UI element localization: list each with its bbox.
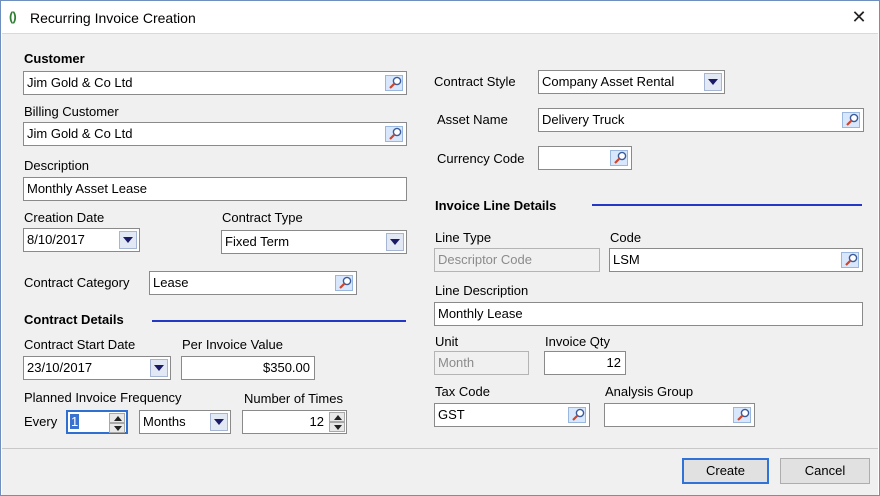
line-description-field[interactable]: Monthly Lease <box>434 302 863 326</box>
chevron-down-icon[interactable] <box>119 231 137 249</box>
invoice-line-section-title: Invoice Line Details <box>435 198 557 213</box>
every-value: 1 <box>70 414 80 429</box>
contract-category-lookup-icon[interactable] <box>335 275 353 291</box>
description-value: Monthly Asset Lease <box>27 181 147 196</box>
number-of-times-label: Number of Times <box>244 391 343 406</box>
chevron-down-icon[interactable] <box>386 233 404 251</box>
tax-code-label: Tax Code <box>435 384 490 399</box>
line-description-label: Line Description <box>435 283 529 298</box>
code-lookup-icon[interactable] <box>841 252 859 268</box>
code-label: Code <box>610 230 642 245</box>
stepper-spin[interactable] <box>329 412 345 432</box>
invoice-qty-label: Invoice Qty <box>545 334 611 349</box>
creation-date-label: Creation Date <box>24 210 105 225</box>
planned-frequency-label: Planned Invoice Frequency <box>24 390 182 405</box>
spin-down-icon[interactable] <box>109 423 125 433</box>
creation-date-picker[interactable]: 8/10/2017 <box>23 228 140 252</box>
close-icon: ✕ <box>851 7 867 27</box>
chevron-down-icon[interactable] <box>210 413 228 431</box>
contract-category-value: Lease <box>153 275 189 290</box>
line-description-value: Monthly Lease <box>438 306 523 321</box>
window-title: Recurring Invoice Creation <box>30 10 196 26</box>
billing-customer-value: Jim Gold & Co Ltd <box>27 126 133 141</box>
contract-style-label: Contract Style <box>434 74 516 89</box>
close-button[interactable]: ✕ <box>845 4 873 30</box>
spin-down-icon[interactable] <box>329 422 345 432</box>
contract-style-value: Company Asset Rental <box>542 74 675 89</box>
asset-name-lookup-icon[interactable] <box>842 112 860 128</box>
tax-code-value: GST <box>438 407 465 422</box>
form-body: Customer Jim Gold & Co Ltd Billing Custo… <box>2 33 878 448</box>
app-logo-icon: () <box>9 9 17 24</box>
spin-up-icon[interactable] <box>329 412 345 422</box>
unit-value: Month <box>438 355 475 370</box>
period-select[interactable]: Months <box>139 410 231 434</box>
currency-code-label: Currency Code <box>437 151 525 166</box>
asset-name-value: Delivery Truck <box>542 112 625 127</box>
customer-lookup-icon[interactable] <box>385 75 403 91</box>
chevron-down-icon[interactable] <box>704 73 722 91</box>
contract-start-date-label: Contract Start Date <box>24 337 136 352</box>
contract-details-section-title: Contract Details <box>24 312 124 327</box>
create-button[interactable]: Create <box>682 458 769 484</box>
period-value: Months <box>143 414 186 429</box>
code-field[interactable]: LSM <box>609 248 863 272</box>
tax-code-field[interactable]: GST <box>434 403 590 427</box>
asset-name-field[interactable]: Delivery Truck <box>538 108 864 132</box>
tax-code-lookup-icon[interactable] <box>568 407 586 423</box>
analysis-group-lookup-icon[interactable] <box>733 407 751 423</box>
section-divider <box>152 320 406 322</box>
customer-section-title: Customer <box>24 51 85 66</box>
contract-style-select[interactable]: Company Asset Rental <box>538 70 725 94</box>
contract-start-date-value: 23/10/2017 <box>27 360 93 375</box>
line-type-label: Line Type <box>435 230 492 245</box>
every-stepper[interactable]: 1 <box>66 410 128 434</box>
number-of-times-value: 12 <box>309 414 324 429</box>
description-field[interactable]: Monthly Asset Lease <box>23 177 407 201</box>
cancel-button[interactable]: Cancel <box>780 458 870 484</box>
contract-category-label: Contract Category <box>24 275 130 290</box>
contract-type-value: Fixed Term <box>225 234 290 249</box>
asset-name-label: Asset Name <box>437 112 508 127</box>
description-label: Description <box>24 158 90 173</box>
title-bar: () Recurring Invoice Creation ✕ <box>1 1 879 33</box>
billing-customer-field[interactable]: Jim Gold & Co Ltd <box>23 122 407 146</box>
code-value: LSM <box>613 252 640 267</box>
line-type-field: Descriptor Code <box>434 248 600 272</box>
chevron-down-icon[interactable] <box>150 359 168 377</box>
analysis-group-field[interactable] <box>604 403 755 427</box>
number-of-times-stepper[interactable]: 12 <box>242 410 347 434</box>
billing-customer-lookup-icon[interactable] <box>385 126 403 142</box>
per-invoice-value: $350.00 <box>263 360 310 375</box>
dialog-footer: Create Cancel <box>2 448 878 495</box>
contract-category-field[interactable]: Lease <box>149 271 357 295</box>
section-divider <box>592 204 862 206</box>
currency-code-lookup-icon[interactable] <box>610 150 628 166</box>
unit-label: Unit <box>435 334 459 349</box>
unit-field: Month <box>434 351 529 375</box>
spin-up-icon[interactable] <box>109 413 125 423</box>
per-invoice-value-field[interactable]: $350.00 <box>181 356 315 380</box>
stepper-spin[interactable] <box>109 413 125 433</box>
invoice-qty-field[interactable]: 12 <box>544 351 626 375</box>
customer-field[interactable]: Jim Gold & Co Ltd <box>23 71 407 95</box>
currency-code-field[interactable] <box>538 146 632 170</box>
dialog-window: () Recurring Invoice Creation ✕ Customer… <box>0 0 880 496</box>
contract-type-select[interactable]: Fixed Term <box>221 230 407 254</box>
per-invoice-value-label: Per Invoice Value <box>182 337 283 352</box>
contract-type-label: Contract Type <box>222 210 303 225</box>
creation-date-value: 8/10/2017 <box>27 232 85 247</box>
billing-customer-label: Billing Customer <box>24 104 119 119</box>
analysis-group-label: Analysis Group <box>605 384 694 399</box>
line-type-value: Descriptor Code <box>438 252 532 267</box>
invoice-qty-value: 12 <box>606 355 621 370</box>
customer-value: Jim Gold & Co Ltd <box>27 75 133 90</box>
contract-start-date-picker[interactable]: 23/10/2017 <box>23 356 171 380</box>
every-label: Every <box>24 414 58 429</box>
